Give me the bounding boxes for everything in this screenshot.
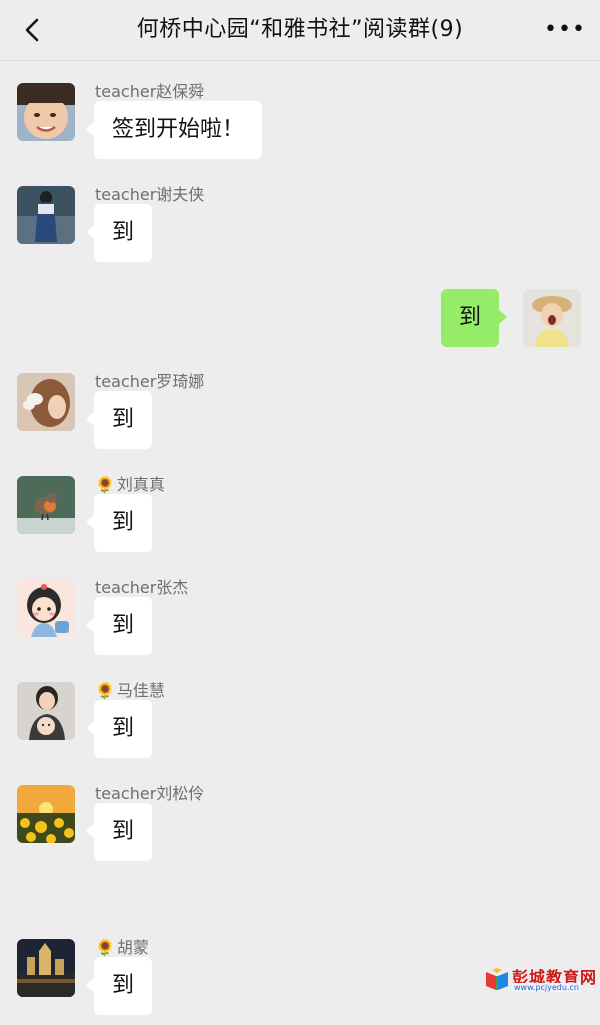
message-bubble[interactable]: 到 — [85, 597, 153, 655]
sender-avatar[interactable] — [17, 579, 75, 637]
sender-avatar[interactable] — [17, 373, 75, 431]
woman-back-view-avatar — [17, 186, 75, 244]
watermark: 彭城教育网 www.pcjyedu.cn — [484, 966, 596, 994]
sender-avatar[interactable] — [17, 939, 75, 997]
sender-avatar[interactable] — [17, 186, 75, 244]
sunflower-icon: 🌻 — [95, 475, 115, 494]
night-castle-avatar — [17, 939, 75, 997]
message-bubble[interactable]: 到 — [85, 700, 153, 758]
sender-name: teacher张杰 — [95, 578, 189, 597]
message-bubble[interactable]: 到 — [85, 803, 153, 861]
sunflower-icon: 🌻 — [95, 681, 115, 700]
sender-avatar[interactable] — [17, 83, 75, 141]
sender-name: 🌻 刘真真 — [95, 471, 165, 495]
message-bubble[interactable]: 到 — [441, 289, 508, 347]
watermark-url: www.pcjyedu.cn — [512, 983, 581, 992]
message-bubble[interactable]: 到 — [85, 957, 153, 1015]
message-bubble[interactable]: 到 — [85, 494, 153, 552]
message-bubble[interactable]: 到 — [85, 204, 153, 262]
mother-baby-avatar — [17, 682, 75, 740]
sender-name: 🌻 胡蒙 — [95, 934, 149, 958]
sender-name-text: 马佳慧 — [116, 681, 165, 700]
robin-bird-avatar — [17, 476, 75, 534]
sender-name: teacher赵保舜 — [95, 82, 205, 101]
message-bubble[interactable]: 到 — [85, 391, 153, 449]
more-options-button[interactable]: ••• — [544, 17, 585, 43]
back-button[interactable] — [18, 15, 48, 45]
girl-hair-bow-avatar — [17, 373, 75, 431]
sender-name: teacher刘松伶 — [95, 784, 205, 803]
chat-header: 何桥中心园“和雅书社”阅读群(9) ••• — [0, 0, 600, 61]
chat-title: 何桥中心园“和雅书社”阅读群(9) — [136, 17, 464, 42]
cartoon-girl-avatar — [17, 579, 75, 637]
sender-name: 🌻 马佳慧 — [95, 677, 165, 701]
sunflower-icon: 🌻 — [95, 938, 115, 957]
message-bubble[interactable]: 签到开始啦！ — [85, 101, 263, 159]
sunflower-field-avatar — [17, 785, 75, 843]
girl-straw-hat-avatar — [523, 289, 581, 347]
chevron-left-icon — [25, 18, 39, 42]
sender-name-text: 刘真真 — [116, 475, 165, 494]
sender-avatar[interactable] — [17, 476, 75, 534]
self-avatar[interactable] — [523, 289, 581, 347]
child-photo-avatar — [17, 83, 75, 141]
sender-avatar[interactable] — [17, 785, 75, 843]
sender-avatar[interactable] — [17, 682, 75, 740]
book-logo-icon — [486, 968, 508, 990]
sender-name: teacher谢夫侠 — [95, 185, 205, 204]
sender-name: teacher罗琦娜 — [95, 372, 205, 391]
sender-name-text: 胡蒙 — [116, 938, 149, 957]
